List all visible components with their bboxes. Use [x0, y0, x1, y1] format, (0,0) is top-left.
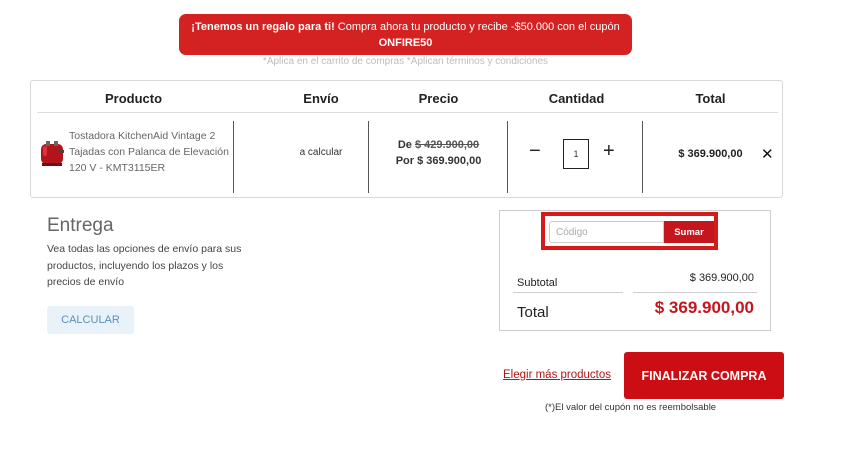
toaster-product-image[interactable]	[37, 136, 67, 170]
quantity-input[interactable]: 1	[563, 139, 589, 169]
price-new: Por $ 369.900,00	[395, 155, 482, 167]
subtotal-label: Subtotal	[517, 277, 558, 289]
apply-coupon-button[interactable]: Sumar	[664, 221, 714, 243]
remove-item-icon[interactable]: ✕	[761, 145, 774, 163]
column-header-quantity: Cantidad	[548, 91, 605, 106]
divider	[513, 292, 623, 293]
total-label: Total	[517, 304, 549, 321]
price-old-prefix: De	[397, 139, 415, 151]
divider	[633, 292, 757, 293]
coupon-form: Sumar	[541, 212, 718, 250]
row-total-value: $ 369.900,00	[678, 148, 743, 160]
column-header-price: Precio	[418, 91, 459, 106]
quantity-decrease-button[interactable]: −	[529, 141, 541, 161]
price-old-amount: $ 429.900,00	[414, 139, 480, 151]
header-divider	[37, 112, 778, 113]
choose-more-products-link[interactable]: Elegir más productos	[503, 369, 611, 381]
subtotal-value: $ 369.900,00	[689, 272, 754, 284]
quantity-increase-button[interactable]: +	[603, 141, 615, 161]
promo-banner: ¡Tenemos un regalo para ti! Compra ahora…	[179, 14, 632, 55]
total-value: $ 369.900,00	[654, 298, 754, 317]
promo-text: Compra ahora tu producto y recibe -$50.0…	[334, 21, 620, 33]
coupon-code-input[interactable]	[549, 221, 664, 243]
promo-terms-note: *Aplica en el carrito de compras *Aplica…	[262, 56, 549, 67]
calculate-shipping-button[interactable]: CALCULAR	[47, 306, 134, 334]
column-header-shipping: Envío	[303, 91, 339, 106]
finalize-purchase-button[interactable]: FINALIZAR COMPRA	[624, 352, 784, 399]
delivery-description: Vea todas las opciones de envío para sus…	[47, 243, 242, 288]
shipping-value: a calcular	[299, 147, 343, 158]
cart-table: Producto Envío Precio Cantidad Total Tos…	[30, 80, 783, 198]
delivery-title: Entrega	[47, 215, 114, 236]
promo-line: ¡Tenemos un regalo para ti! Compra ahora…	[179, 19, 632, 35]
product-name-link[interactable]: Tostadora KitchenAid Vintage 2 Tajadas c…	[69, 128, 234, 176]
promo-code: ONFIRE50	[378, 37, 433, 49]
order-summary: Sumar Subtotal $ 369.900,00 Total $ 369.…	[499, 210, 771, 331]
column-divider	[507, 121, 508, 193]
coupon-refund-note: (*)El valor del cupón no es reembolsable	[545, 402, 717, 413]
price-old: De $ 429.900,00	[371, 139, 506, 151]
column-header-total: Total	[695, 91, 726, 106]
column-header-product: Producto	[104, 91, 163, 106]
promo-bold-text: ¡Tenemos un regalo para ti!	[191, 21, 335, 33]
